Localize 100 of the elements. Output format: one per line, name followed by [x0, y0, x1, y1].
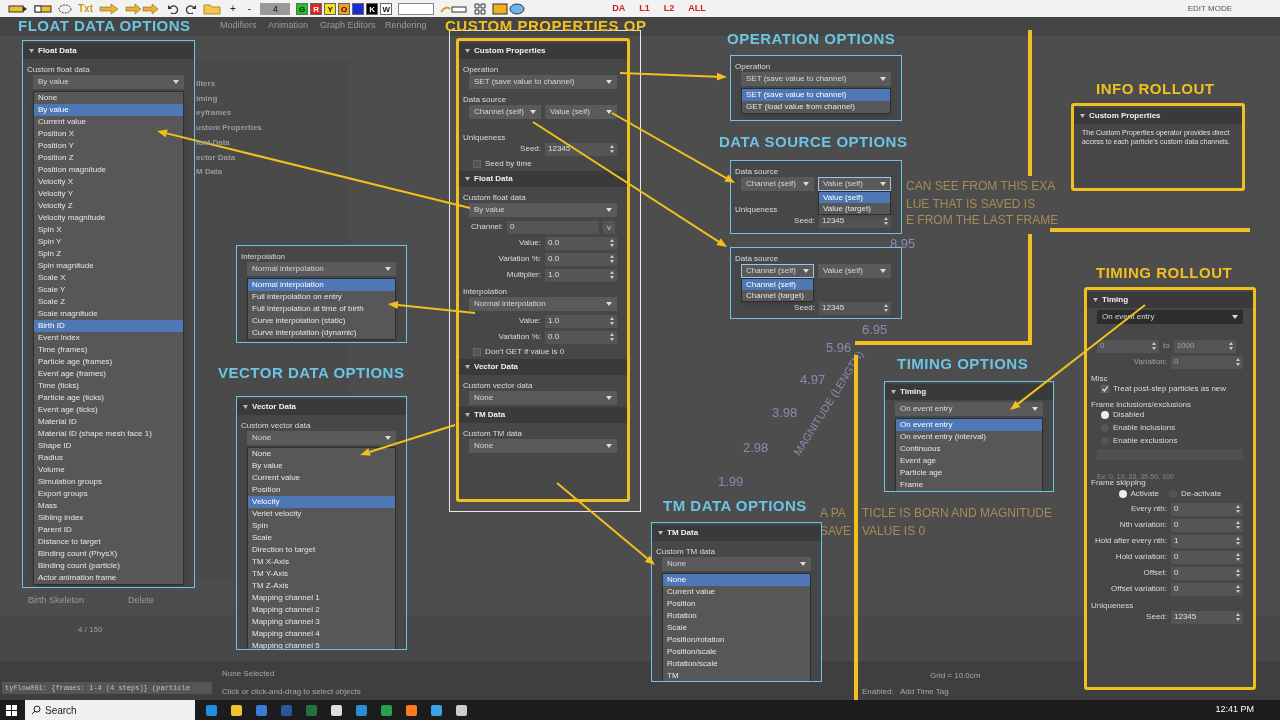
rollout-title[interactable]: Timing	[900, 386, 927, 398]
spinner-field[interactable]: 0	[1171, 550, 1243, 564]
collapse-triangle-icon[interactable]	[465, 177, 470, 181]
collapse-triangle-icon[interactable]	[465, 365, 470, 369]
color-swatch[interactable]: K	[366, 2, 379, 15]
dropdown[interactable]: Value (self)	[818, 177, 891, 191]
dropdown-option[interactable]: Scale X	[34, 272, 183, 284]
spinner-field[interactable]: 0.0	[545, 252, 617, 266]
dropdown-option[interactable]: Event index	[34, 332, 183, 344]
dropdown-option[interactable]: Spin X	[34, 224, 183, 236]
dropdown-option[interactable]: Curve interpolation (static)	[248, 315, 395, 327]
windows-icon[interactable]	[6, 704, 17, 716]
dropdown-option[interactable]: Scale	[663, 622, 810, 634]
search-field[interactable]: Search	[25, 700, 195, 720]
dropdown-option[interactable]: Export groups	[34, 488, 183, 500]
app-icon[interactable]	[331, 704, 342, 716]
spinner-field[interactable]: 1.0	[545, 268, 617, 282]
dropdown-option[interactable]: Mapping channel 1	[248, 592, 395, 604]
dropdown[interactable]: By value	[469, 203, 617, 217]
pencil-icon[interactable]	[8, 3, 28, 14]
tool-tag[interactable]: L2	[663, 1, 675, 16]
dropdown-option[interactable]: Mapping channel 5	[248, 640, 395, 649]
app-icon[interactable]	[381, 704, 392, 716]
dropdown-option[interactable]: Particle age (frames)	[34, 356, 183, 368]
rollout-title[interactable]: TM Data	[474, 409, 506, 421]
dropdown-option[interactable]: Value (target)	[819, 203, 890, 214]
spinner-field[interactable]: 0	[1171, 518, 1243, 532]
spinner-field[interactable]: 1	[1171, 534, 1243, 548]
dropdown-option[interactable]: None	[34, 92, 183, 104]
radio-button[interactable]	[1101, 410, 1109, 419]
dropdown-option[interactable]: Position/scale	[663, 646, 810, 658]
menu-item[interactable]: Rendering	[385, 19, 427, 33]
dropdown-option[interactable]: Channel (target)	[742, 290, 813, 301]
dropdown-option[interactable]: Position magnitude	[34, 164, 183, 176]
dropdown-option[interactable]: Velocity	[248, 496, 395, 508]
dropdown-option[interactable]: On event entry	[896, 419, 1042, 431]
minus-button[interactable]: -	[244, 1, 255, 16]
eraser-icon[interactable]	[34, 3, 52, 14]
dropdown-option[interactable]: Position Y	[34, 140, 183, 152]
spinner-field[interactable]: 0	[1171, 502, 1243, 516]
checkbox[interactable]	[1101, 385, 1109, 393]
dropdown-option[interactable]: Mapping channel 3	[248, 616, 395, 628]
dropdown-option[interactable]: Continuous	[896, 443, 1042, 455]
dropdown-option[interactable]: Verlet velocity	[248, 508, 395, 520]
dropdown[interactable]: Value (self)	[818, 264, 891, 278]
grid-icon[interactable]	[474, 2, 487, 15]
dropdown[interactable]: Normal interpolation	[469, 297, 617, 311]
menu-item[interactable]: Modifiers	[220, 19, 257, 33]
app-icon[interactable]	[406, 704, 417, 716]
dropdown-option[interactable]: Parent ID	[34, 524, 183, 536]
undo-icon[interactable]	[167, 3, 179, 14]
dropdown-option[interactable]: Material ID (shape mesh face 1)	[34, 428, 183, 440]
dropdown-option[interactable]: TM Y-Axis	[248, 568, 395, 580]
color-swatch[interactable]: Y	[324, 2, 337, 15]
dropdown-option[interactable]: Mapping channel 4	[248, 628, 395, 640]
dropdown-option[interactable]: Spin Y	[34, 236, 183, 248]
double-arrow-icon[interactable]	[125, 3, 161, 14]
dropdown-option[interactable]: Rotation	[663, 610, 810, 622]
dropdown-option[interactable]: Event age (ticks)	[34, 404, 183, 416]
checkbox[interactable]	[473, 348, 481, 356]
dropdown-option[interactable]: Scale magnitude	[34, 308, 183, 320]
dropdown-option[interactable]: Velocity magnitude	[34, 212, 183, 224]
dropdown-option[interactable]: Normal interpolation	[248, 279, 395, 291]
dropdown-option[interactable]: Mapping channel 2	[248, 604, 395, 616]
dropdown-option[interactable]: Frame	[896, 479, 1042, 491]
dropdown-option[interactable]: On event entry (interval)	[896, 431, 1042, 443]
dropdown-option[interactable]: Scale Y	[34, 284, 183, 296]
dropdown-option[interactable]: Binding count (PhysX)	[34, 548, 183, 560]
menu-item[interactable]: Animation	[268, 19, 309, 33]
app-icon[interactable]	[456, 704, 467, 716]
channel-field[interactable]: 0	[507, 220, 599, 234]
dropdown-option[interactable]: SET (save value to channel)	[742, 89, 890, 101]
dropdown-option[interactable]: Position/rotation	[663, 634, 810, 646]
spinner-field[interactable]: 1.0	[545, 314, 617, 328]
channel-menu-button[interactable]: v	[603, 220, 615, 234]
spinner-field[interactable]: 12345	[1171, 610, 1243, 624]
color-swatch[interactable]: G	[296, 2, 309, 15]
dropdown-option[interactable]: Position	[248, 484, 395, 496]
plus-button[interactable]: +	[227, 1, 239, 16]
dropdown-option[interactable]: Current value	[248, 472, 395, 484]
app-icon[interactable]	[231, 704, 242, 716]
dropdown[interactable]: None	[662, 557, 811, 571]
dropdown[interactable]: None	[469, 391, 617, 405]
dropdown[interactable]: Value (self)	[545, 105, 617, 119]
dropdown-option[interactable]: TM	[663, 670, 810, 681]
arrow-tool-icon[interactable]	[99, 3, 119, 14]
dropdown-option[interactable]: Sibling index	[34, 512, 183, 524]
dropdown-option[interactable]: Value (self)	[819, 192, 890, 203]
dropdown[interactable]: Normal interpolation	[247, 262, 396, 276]
collapse-triangle-icon[interactable]	[243, 405, 248, 409]
dropdown-option[interactable]: Particle age	[896, 467, 1042, 479]
dropdown-option[interactable]: Binding count (particle)	[34, 560, 183, 572]
dropdown-option[interactable]: Curve interpolation (dynamic)	[248, 327, 395, 339]
dropdown-option[interactable]: Radius	[34, 452, 183, 464]
dropdown-option[interactable]: Time (ticks)	[34, 380, 183, 392]
lasso-icon[interactable]	[58, 3, 72, 14]
dropdown-option[interactable]: Simulation groups	[34, 476, 183, 488]
dropdown-option[interactable]: Position X	[34, 128, 183, 140]
dropdown[interactable]: By value	[33, 75, 184, 89]
color-preview[interactable]	[398, 2, 435, 15]
